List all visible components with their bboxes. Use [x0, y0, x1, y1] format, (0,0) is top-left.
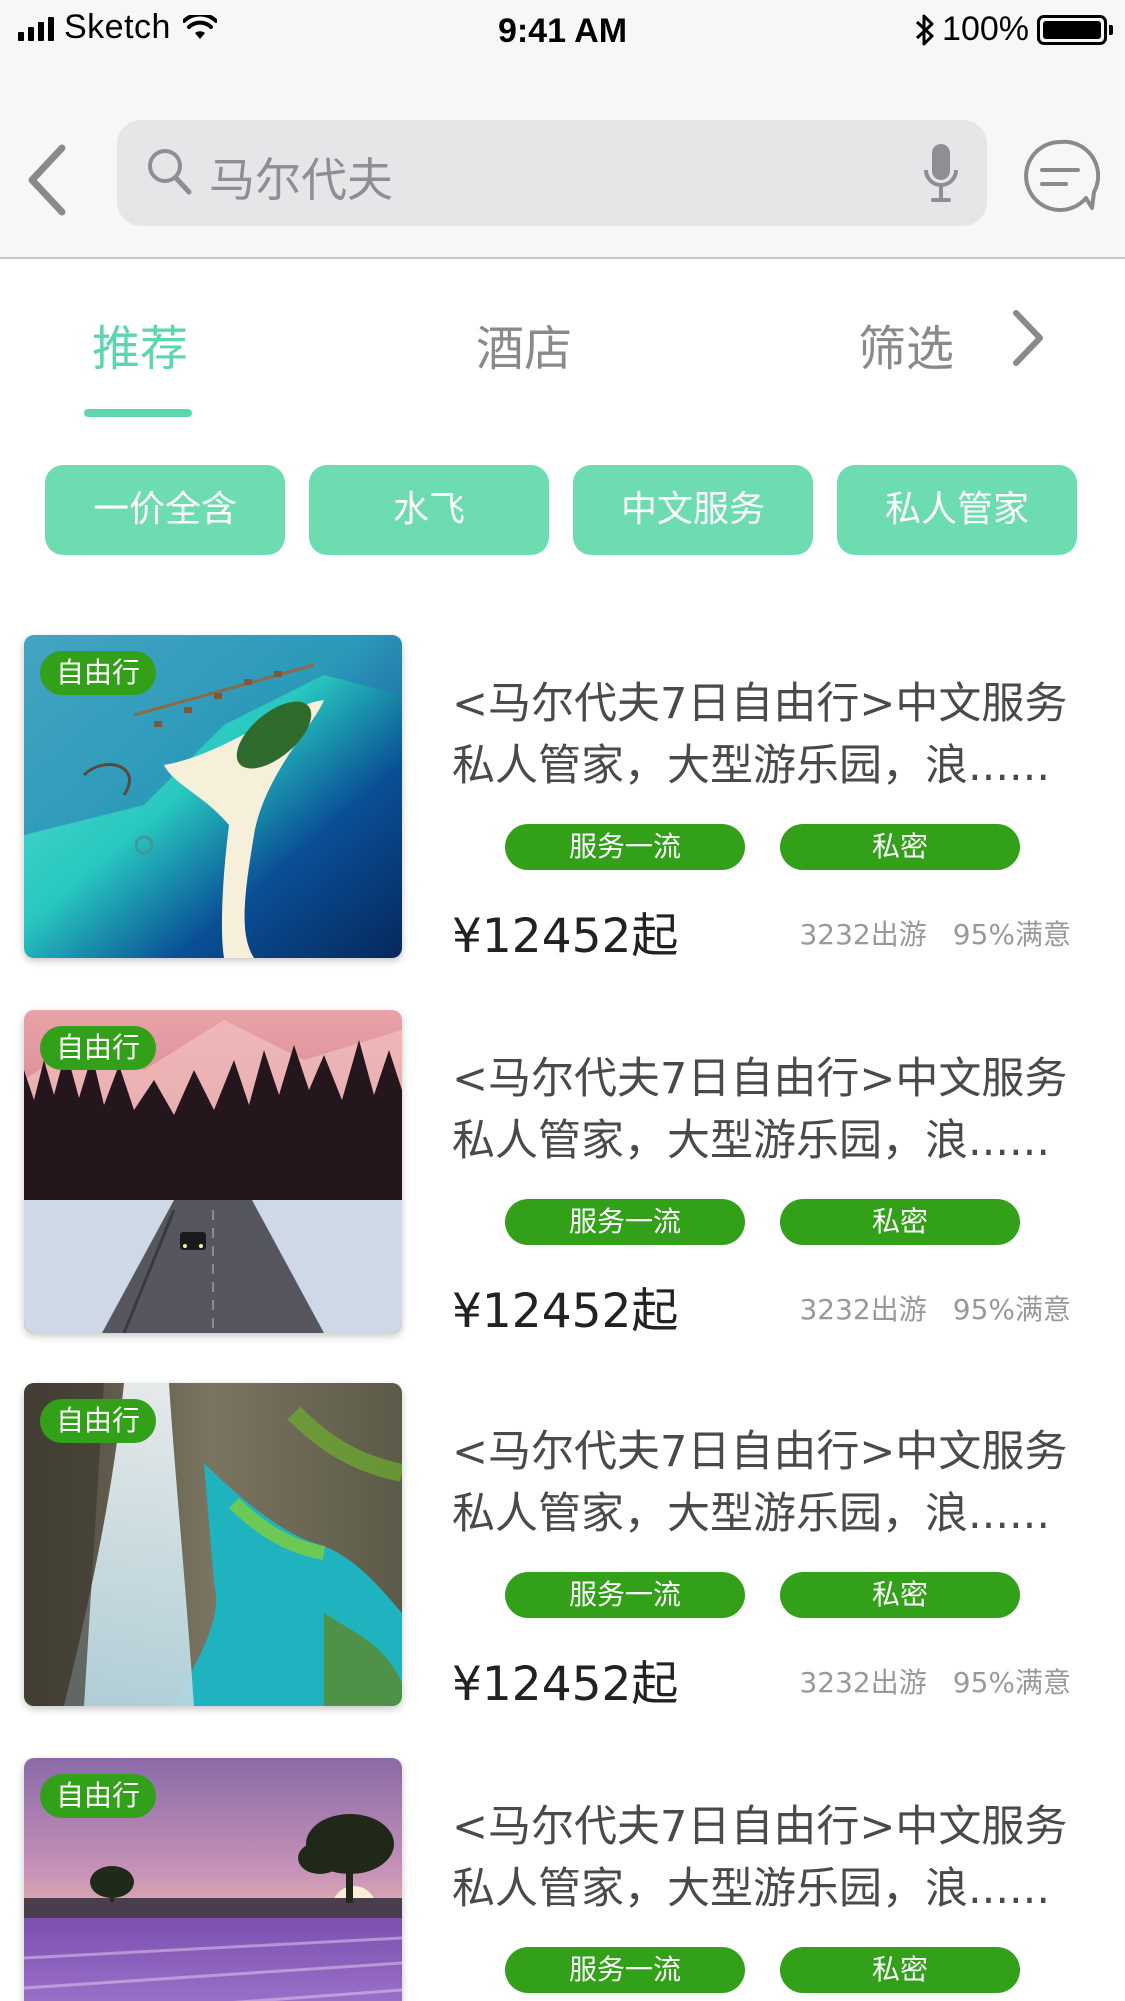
product-title[interactable]: <马尔代夫7日自由行>中文服务 私人管家，大型游乐园，浪......	[452, 673, 1082, 797]
product-card[interactable]: 自由行 <马尔代夫7日自由行>中文服务 私人管家，大型游乐园，浪...... 服…	[0, 1758, 1125, 2001]
product-title-line1: <马尔代夫7日自由行>中文服务	[452, 1054, 1068, 1104]
satisfaction-rate: 95%满意	[952, 1666, 1071, 1699]
satisfaction-rate: 95%满意	[952, 918, 1071, 951]
product-stats: 3232出游 95%满意	[799, 1288, 1071, 1328]
filter-chip-seaplane[interactable]: 水飞	[309, 465, 549, 555]
status-right: 100%	[914, 10, 1113, 49]
product-tag: 服务一流	[505, 824, 745, 870]
product-badge: 自由行	[40, 1774, 157, 1818]
product-tag: 私密	[780, 1199, 1020, 1245]
trip-count: 3232出游	[799, 918, 927, 951]
product-badge: 自由行	[40, 1026, 157, 1070]
filter-chip-chinese-service[interactable]: 中文服务	[573, 465, 813, 555]
product-tag: 私密	[780, 1572, 1020, 1618]
product-price: ¥12452起	[452, 1657, 679, 1712]
product-tag: 服务一流	[505, 1947, 745, 1993]
product-price: ¥12452起	[452, 1284, 679, 1339]
product-image-waterfall[interactable]: 自由行	[24, 1383, 402, 1706]
product-image-snow-road[interactable]: 自由行	[24, 1010, 402, 1333]
search-icon	[148, 149, 192, 195]
tab-bar: 推荐 酒店 筛选	[0, 259, 1125, 419]
product-title-line1: <马尔代夫7日自由行>中文服务	[452, 679, 1068, 729]
tab-filter[interactable]: 筛选	[858, 309, 954, 379]
message-icon[interactable]	[1020, 136, 1100, 216]
product-tag: 私密	[780, 824, 1020, 870]
satisfaction-rate: 95%满意	[952, 1293, 1071, 1326]
trip-count: 3232出游	[799, 1666, 927, 1699]
product-badge: 自由行	[40, 1399, 157, 1443]
product-title[interactable]: <马尔代夫7日自由行>中文服务 私人管家，大型游乐园，浪......	[452, 1048, 1082, 1172]
tab-hotel[interactable]: 酒店	[476, 309, 572, 379]
battery-percentage: 100%	[942, 10, 1029, 48]
nav-bar: 马尔代夫	[0, 66, 1125, 259]
active-tab-indicator	[84, 409, 192, 417]
search-placeholder: 马尔代夫	[209, 153, 393, 207]
product-title-line2: 私人管家，大型游乐园，浪......	[452, 1116, 1051, 1166]
product-tag: 私密	[780, 1947, 1020, 1993]
product-price: ¥12452起	[452, 909, 679, 964]
chevron-right-icon[interactable]	[1006, 307, 1050, 369]
product-stats: 3232出游 95%满意	[799, 1661, 1071, 1701]
product-title-line2: 私人管家，大型游乐园，浪......	[452, 1489, 1051, 1539]
filter-chip-private-butler[interactable]: 私人管家	[837, 465, 1077, 555]
product-tag: 服务一流	[505, 1572, 745, 1618]
product-badge: 自由行	[40, 651, 157, 695]
product-title[interactable]: <马尔代夫7日自由行>中文服务 私人管家，大型游乐园，浪......	[452, 1421, 1082, 1545]
bluetooth-icon	[916, 14, 934, 45]
product-tag: 服务一流	[505, 1199, 745, 1245]
product-stats: 3232出游 95%满意	[799, 913, 1071, 953]
battery-icon	[1037, 14, 1113, 45]
product-title-line1: <马尔代夫7日自由行>中文服务	[452, 1427, 1068, 1477]
status-bar: Sketch 9:41 AM 100%	[0, 0, 1125, 66]
tab-recommend[interactable]: 推荐	[92, 309, 188, 379]
product-title[interactable]: <马尔代夫7日自由行>中文服务 私人管家，大型游乐园，浪......	[452, 1796, 1082, 1920]
product-title-line1: <马尔代夫7日自由行>中文服务	[452, 1802, 1068, 1852]
product-card[interactable]: 自由行 <马尔代夫7日自由行>中文服务 私人管家，大型游乐园，浪...... 服…	[0, 1010, 1125, 1340]
product-card[interactable]: 自由行 <马尔代夫7日自由行>中文服务 私人管家，大型游乐园，浪...... 服…	[0, 635, 1125, 965]
product-title-line2: 私人管家，大型游乐园，浪......	[452, 1864, 1051, 1914]
trip-count: 3232出游	[799, 1293, 927, 1326]
search-input[interactable]: 马尔代夫	[117, 120, 987, 226]
back-arrow-icon[interactable]	[18, 140, 78, 220]
product-title-line2: 私人管家，大型游乐园，浪......	[452, 741, 1051, 791]
microphone-icon[interactable]	[923, 142, 959, 204]
product-card[interactable]: 自由行 <马尔代夫7日自由行>中文服务 私人管家，大型游乐园，浪...... 服…	[0, 1383, 1125, 1713]
filter-chip-all-inclusive[interactable]: 一价全含	[45, 465, 285, 555]
product-image-lavender[interactable]: 自由行	[24, 1758, 402, 2001]
product-image-island[interactable]: 自由行	[24, 635, 402, 958]
